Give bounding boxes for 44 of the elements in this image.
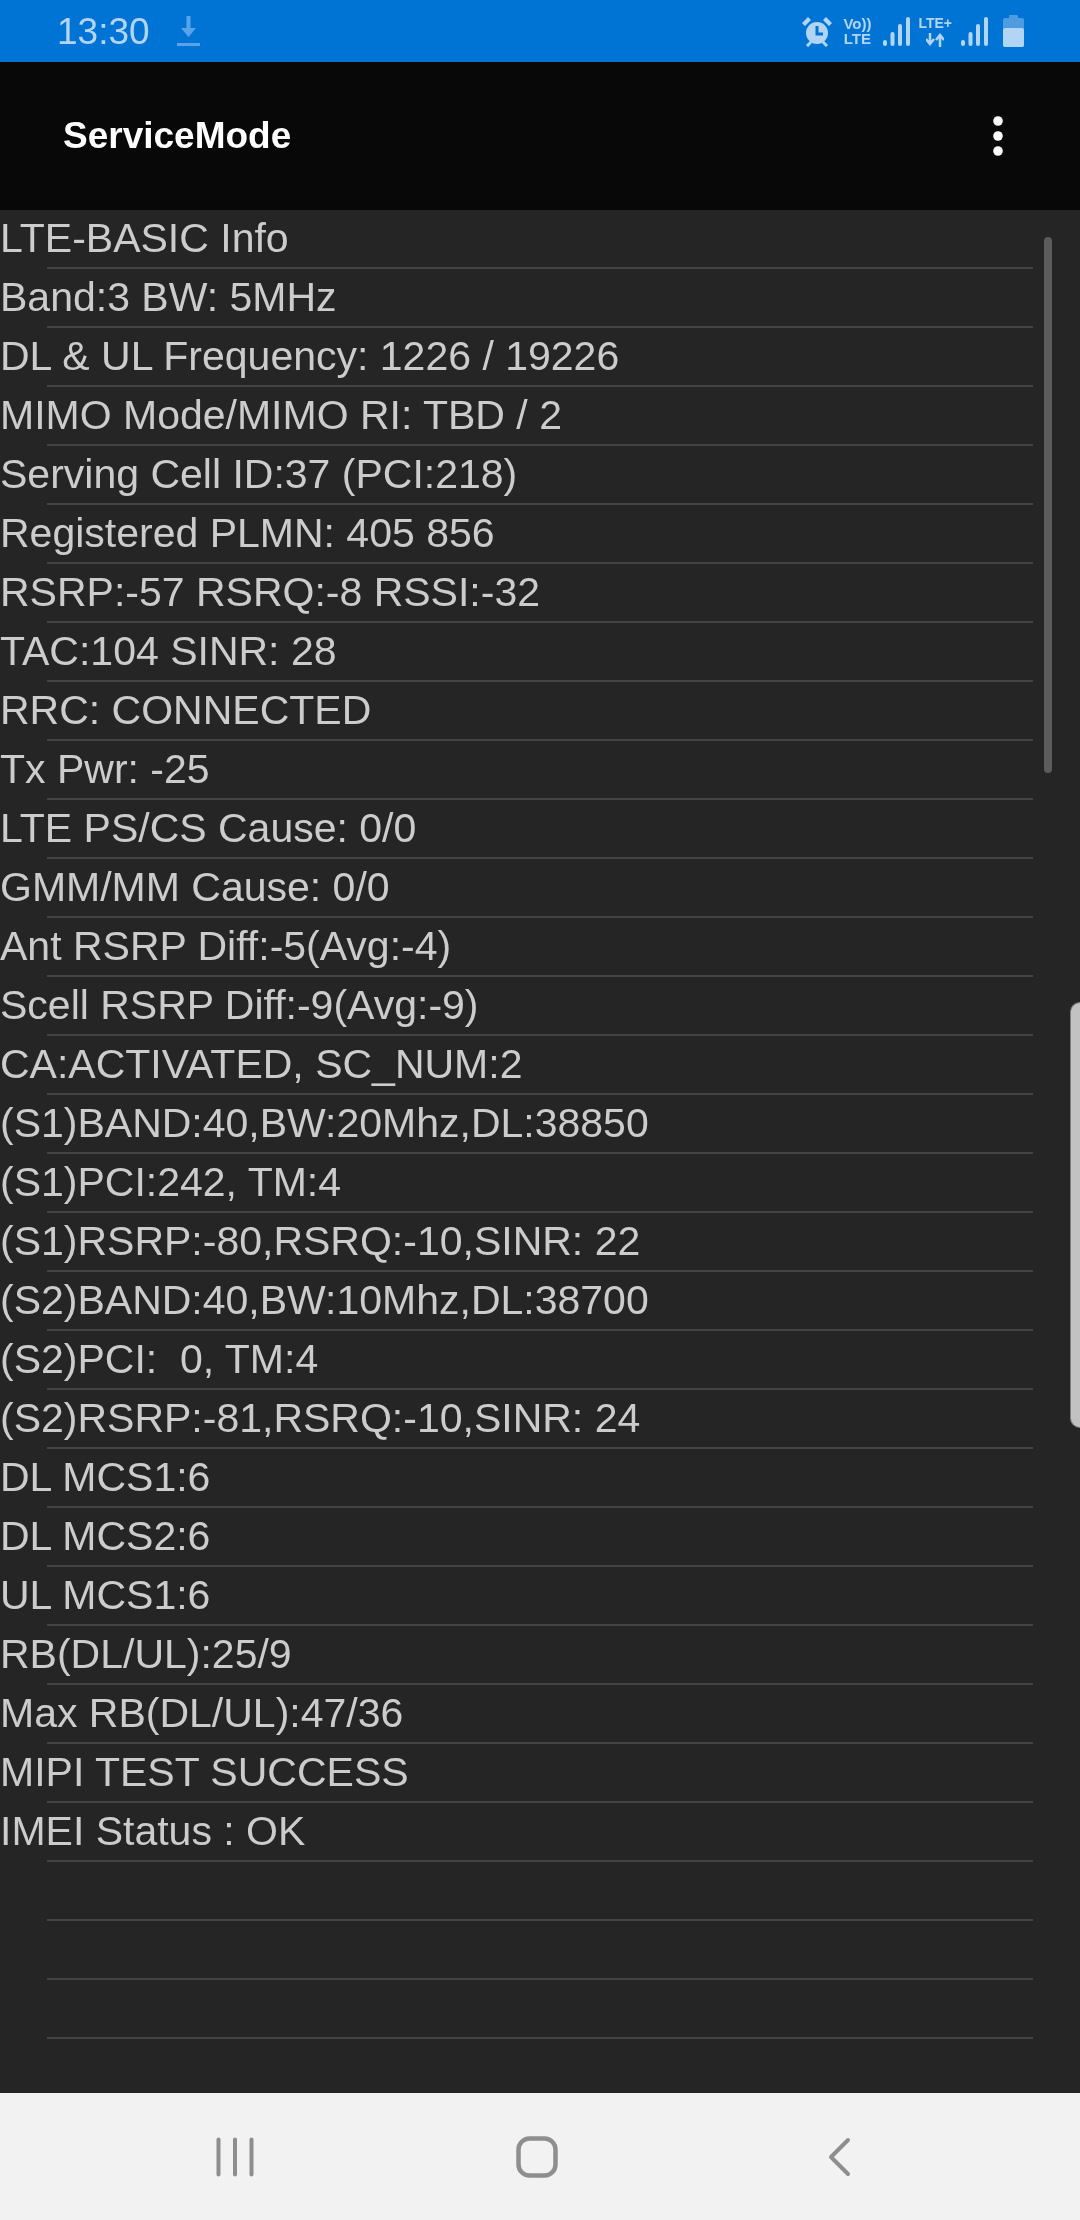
info-line: Ant RSRP Diff:-5(Avg:-4) bbox=[0, 921, 452, 971]
info-line: Serving Cell ID:37 (PCI:218) bbox=[0, 449, 518, 499]
info-line: RRC: CONNECTED bbox=[0, 685, 372, 735]
info-line: LTE PS/CS Cause: 0/0 bbox=[0, 803, 417, 853]
recent-apps-icon[interactable] bbox=[216, 2136, 254, 2177]
info-line: TAC:104 SINR: 28 bbox=[0, 626, 337, 676]
info-line: IMEI Status : OK bbox=[0, 1806, 306, 1856]
info-line: Max RB(DL/UL):47/36 bbox=[0, 1688, 404, 1738]
info-line: (S2)RSRP:-81,RSRQ:-10,SINR: 24 bbox=[0, 1393, 641, 1443]
info-line: DL MCS2:6 bbox=[0, 1511, 211, 1561]
alarm-clock-icon bbox=[801, 15, 834, 47]
volte-lte-label: LTE bbox=[843, 31, 871, 46]
info-line: (S2)PCI: 0, TM:4 bbox=[0, 1334, 319, 1384]
back-icon[interactable] bbox=[827, 2136, 851, 2177]
info-line: RB(DL/UL):25/9 bbox=[0, 1629, 292, 1679]
network-type-label: LTE+ bbox=[918, 15, 952, 31]
info-line: DL MCS1:6 bbox=[0, 1452, 211, 1502]
home-icon[interactable] bbox=[516, 2135, 558, 2178]
info-line: UL MCS1:6 bbox=[0, 1570, 211, 1620]
info-line: MIPI TEST SUCCESS bbox=[0, 1747, 409, 1797]
data-arrows-icon bbox=[926, 32, 945, 47]
info-line: GMM/MM Cause: 0/0 bbox=[0, 862, 390, 912]
edge-panel-handle[interactable] bbox=[1070, 1002, 1080, 1428]
info-line: (S1)RSRP:-80,RSRQ:-10,SINR: 22 bbox=[0, 1216, 641, 1266]
info-line: DL & UL Frequency: 1226 / 19226 bbox=[0, 331, 620, 381]
info-line: CA:ACTIVATED, SC_NUM:2 bbox=[0, 1039, 523, 1089]
battery-icon bbox=[1003, 15, 1024, 47]
download-icon bbox=[176, 15, 200, 47]
app-title: ServiceMode bbox=[63, 115, 292, 157]
info-line: LTE-BASIC Info bbox=[0, 213, 289, 263]
info-line: RSRP:-57 RSRQ:-8 RSSI:-32 bbox=[0, 567, 540, 617]
volte-label: Vo)) bbox=[843, 16, 872, 31]
info-line: Scell RSRP Diff:-9(Avg:-9) bbox=[0, 980, 479, 1030]
clock-time: 13:30 bbox=[57, 12, 150, 50]
info-line: Registered PLMN: 405 856 bbox=[0, 508, 495, 558]
info-line: Band:3 BW: 5MHz bbox=[0, 272, 337, 322]
info-line: MIMO Mode/MIMO RI: TBD / 2 bbox=[0, 390, 562, 440]
signal-icon bbox=[961, 16, 988, 46]
info-line: (S1)PCI:242, TM:4 bbox=[0, 1157, 342, 1207]
info-line: (S2)BAND:40,BW:10Mhz,DL:38700 bbox=[0, 1275, 649, 1325]
info-line: Tx Pwr: -25 bbox=[0, 744, 210, 794]
info-line: (S1)BAND:40,BW:20Mhz,DL:38850 bbox=[0, 1098, 649, 1148]
signal-icon bbox=[883, 16, 911, 46]
more-options-icon[interactable] bbox=[993, 116, 1003, 156]
